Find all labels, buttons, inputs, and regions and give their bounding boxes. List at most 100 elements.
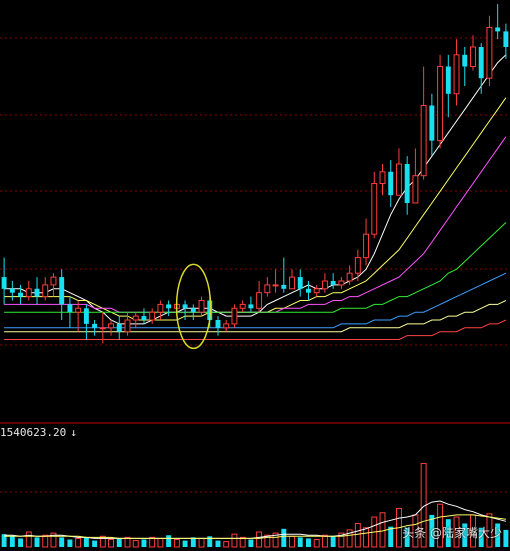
candle-body <box>34 288 40 297</box>
volume-bar <box>25 531 32 548</box>
candle-body <box>83 308 89 324</box>
volume-bar <box>289 535 295 548</box>
volume-bar <box>116 538 122 547</box>
volume-bar <box>306 538 311 547</box>
candle-body <box>486 27 493 79</box>
candle-body <box>132 315 139 321</box>
candle-body <box>9 288 15 293</box>
candle-body <box>18 292 24 297</box>
volume-bar <box>34 537 40 547</box>
candles <box>1 4 509 344</box>
candle-body <box>42 284 49 298</box>
candle-body <box>190 308 196 313</box>
candlestick-chart <box>0 4 510 548</box>
candle-body <box>157 303 164 313</box>
candle-body <box>330 281 336 285</box>
candle-body <box>198 300 205 313</box>
candle-body <box>149 311 156 321</box>
candle-body <box>354 257 361 274</box>
volume-bar <box>83 537 89 547</box>
volume-bar <box>108 539 115 548</box>
candle-body <box>503 31 509 47</box>
volume-bar <box>379 512 386 548</box>
candle-body <box>124 319 131 333</box>
candle-body <box>371 183 378 235</box>
volume-bar <box>256 531 263 548</box>
candle-body <box>453 54 460 95</box>
ma-line <box>4 54 507 325</box>
candle-body <box>363 233 370 259</box>
candle-body <box>346 272 353 282</box>
candle-body <box>437 66 444 142</box>
candle-body <box>445 66 451 94</box>
volume-bar <box>354 522 361 548</box>
candle-body <box>289 276 295 290</box>
candle-body <box>388 171 394 196</box>
volume-bar <box>223 541 230 548</box>
candle-body <box>239 303 246 309</box>
volume-bar <box>215 540 221 547</box>
candle-body <box>495 27 501 32</box>
ma-line <box>4 319 507 340</box>
volume-bar <box>42 534 49 548</box>
candle-body <box>338 280 345 286</box>
candle-body <box>281 284 287 289</box>
ma-line <box>4 222 507 313</box>
candle-body <box>1 277 7 289</box>
volume-bar <box>67 539 73 547</box>
candle-body <box>462 54 468 67</box>
candle-body <box>166 304 172 309</box>
candle-body <box>25 288 32 298</box>
candle-body <box>264 284 271 294</box>
volume-bar <box>59 537 65 547</box>
candle-body <box>248 304 254 309</box>
volume-bar <box>231 533 238 548</box>
candle-body <box>59 277 65 305</box>
volume-bar <box>198 537 205 548</box>
ma-line <box>4 300 507 333</box>
volume-readout: 1540623.20 ↓ <box>0 426 77 439</box>
candle-body <box>256 292 263 309</box>
volume-bar <box>75 537 82 548</box>
candle-body <box>108 323 115 329</box>
volume-bar <box>330 536 336 547</box>
volume-bar <box>141 539 147 547</box>
candle-body <box>99 327 106 330</box>
volume-bar <box>157 537 164 548</box>
volume-bar <box>297 537 303 547</box>
candle-body <box>116 323 122 332</box>
candle-body <box>231 307 238 325</box>
candle-body <box>67 304 73 313</box>
arrow-down-icon: ↓ <box>70 426 77 439</box>
volume-bar <box>18 538 24 547</box>
candle-body <box>272 284 279 287</box>
volume-bar <box>503 529 509 547</box>
candle-body <box>50 276 57 286</box>
volume-bar <box>173 539 180 548</box>
candle-body <box>313 288 320 294</box>
volume-bar <box>166 535 172 547</box>
volume-bar <box>321 534 328 548</box>
watermark: 头条 @陆家嘴大少 <box>402 526 502 540</box>
volume-bar <box>281 528 287 547</box>
volume-bar <box>132 540 139 548</box>
candle-body <box>75 307 82 313</box>
candle-body <box>223 323 230 329</box>
moving-average-lines <box>4 54 507 340</box>
candle-body <box>215 320 221 328</box>
candle-body <box>420 105 427 177</box>
candle-body <box>92 323 98 328</box>
volume-bar <box>248 539 254 547</box>
candle-body <box>470 46 476 67</box>
candle-body <box>297 277 303 289</box>
candle-body <box>395 163 402 196</box>
candle-body <box>141 316 147 320</box>
candle-body <box>306 288 311 293</box>
volume-bar <box>363 527 370 548</box>
candle-body <box>412 175 419 204</box>
volume-bar <box>9 536 15 547</box>
candle-body <box>429 105 435 141</box>
volume-bar <box>313 539 320 548</box>
candle-body <box>478 47 484 79</box>
candle-body <box>404 164 410 203</box>
